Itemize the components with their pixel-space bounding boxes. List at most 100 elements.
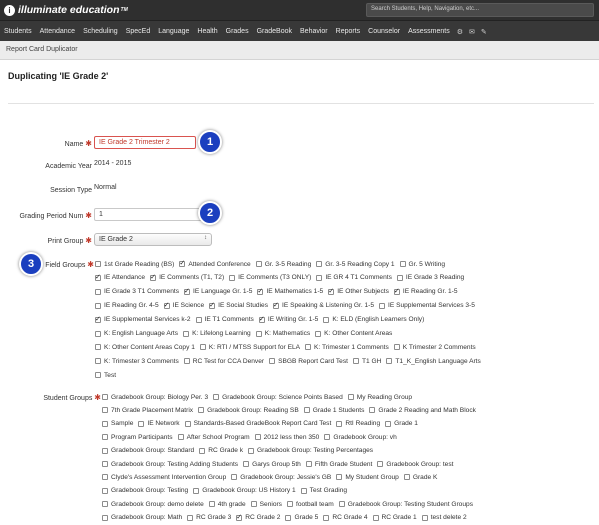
checkbox-unchecked[interactable]: [102, 434, 108, 441]
checkbox-unchecked[interactable]: [102, 514, 108, 521]
checkbox-option[interactable]: 4th grade: [208, 501, 246, 508]
checkbox-option[interactable]: Gradebook Group: Testing Student Groups: [338, 501, 473, 508]
checkbox-checked[interactable]: [163, 301, 170, 309]
checkbox-checked[interactable]: [95, 273, 101, 281]
checkbox-unchecked[interactable]: [396, 274, 403, 281]
checkbox-option[interactable]: RC Grade 3: [187, 514, 231, 521]
checkbox-unchecked[interactable]: [184, 420, 191, 427]
checkbox-option[interactable]: IE Supplemental Services 3-5: [379, 302, 475, 309]
checkbox-unchecked[interactable]: [305, 461, 312, 467]
checkbox-checked[interactable]: [273, 301, 280, 309]
checkbox-unchecked[interactable]: [377, 461, 384, 467]
checkbox-checked[interactable]: [184, 287, 191, 295]
checkbox-option[interactable]: Seniors: [250, 501, 282, 508]
checkbox-option[interactable]: IE Language Gr. 1-5: [184, 287, 252, 295]
checkbox-unchecked[interactable]: [393, 344, 400, 351]
checkbox-unchecked[interactable]: [102, 420, 108, 427]
checkbox-unchecked[interactable]: [315, 330, 322, 337]
checkbox-option[interactable]: Gradebook Group: Testing Percentages: [248, 447, 373, 454]
checkbox-option[interactable]: IE Grade 3 T1 Comments: [95, 288, 179, 295]
checkbox-unchecked[interactable]: [385, 420, 392, 427]
checkbox-option[interactable]: IE Other Subjects: [328, 287, 389, 295]
gear-icon[interactable]: ⚙: [454, 28, 466, 36]
checkbox-unchecked[interactable]: [336, 474, 343, 481]
checkbox-option[interactable]: Grade 1 Students: [303, 407, 364, 414]
grading-period-input[interactable]: 1: [94, 208, 214, 221]
checkbox-option[interactable]: Gradebook Group: Standard: [102, 447, 194, 454]
checkbox-checked[interactable]: [236, 513, 243, 521]
checkbox-option[interactable]: Gradebook Group: demo delete: [102, 501, 204, 508]
checkbox-option[interactable]: Gradebook Group: Science Points Based: [213, 394, 343, 401]
checkbox-unchecked[interactable]: [250, 501, 257, 508]
global-search-input[interactable]: Search Students, Help, Navigation, etc..…: [366, 3, 594, 17]
checkbox-unchecked[interactable]: [102, 474, 108, 481]
checkbox-unchecked[interactable]: [338, 501, 345, 508]
checkbox-option[interactable]: RC Test for CCA Denver: [183, 358, 264, 365]
checkbox-option[interactable]: IE Comments (T1, T2): [150, 273, 224, 281]
nav-item-scheduling[interactable]: Scheduling: [79, 28, 122, 35]
checkbox-unchecked[interactable]: [198, 407, 205, 414]
checkbox-option[interactable]: SBGB Report Card Test: [269, 358, 348, 365]
checkbox-option[interactable]: RC Grade 4: [323, 514, 368, 521]
checkbox-checked[interactable]: [328, 287, 335, 295]
checkbox-unchecked[interactable]: [316, 274, 323, 281]
checkbox-unchecked[interactable]: [95, 288, 101, 295]
nav-item-students[interactable]: Students: [0, 28, 36, 35]
checkbox-option[interactable]: test delete 2: [421, 514, 467, 521]
checkbox-unchecked[interactable]: [208, 501, 215, 508]
name-input[interactable]: IE Grade 2 Trimester 2: [94, 136, 196, 149]
nav-item-gradebook[interactable]: GradeBook: [253, 28, 296, 35]
checkbox-option[interactable]: IE Science: [163, 301, 204, 309]
checkbox-unchecked[interactable]: [421, 514, 428, 521]
checkbox-unchecked[interactable]: [303, 407, 310, 414]
checkbox-unchecked[interactable]: [286, 501, 293, 508]
checkbox-unchecked[interactable]: [347, 394, 354, 400]
checkbox-checked[interactable]: [150, 273, 157, 281]
checkbox-option[interactable]: Gradebook Group: Reading SB: [198, 407, 299, 414]
checkbox-option[interactable]: After School Program: [177, 434, 250, 441]
checkbox-option[interactable]: Grade K: [403, 474, 437, 481]
checkbox-option[interactable]: K: Mathematics: [255, 330, 310, 337]
checkbox-option[interactable]: Gradebook Group: Jessie's GB: [231, 474, 331, 481]
checkbox-checked[interactable]: [257, 287, 264, 295]
checkbox-unchecked[interactable]: [102, 407, 108, 414]
checkbox-option[interactable]: Standards-Based GradeBook Report Card Te…: [184, 420, 331, 427]
checkbox-option[interactable]: T1 GH: [352, 358, 381, 365]
checkbox-unchecked[interactable]: [254, 434, 261, 441]
checkbox-option[interactable]: IE Speaking & Listening Gr. 1-5: [273, 301, 374, 309]
checkbox-unchecked[interactable]: [102, 461, 108, 467]
checkbox-unchecked[interactable]: [229, 274, 236, 281]
checkbox-option[interactable]: Gradebook Group: Biology Per. 3: [102, 394, 208, 401]
checkbox-option[interactable]: football team: [286, 501, 334, 508]
checkbox-option[interactable]: K: Lifelong Learning: [183, 330, 251, 337]
checkbox-option[interactable]: Fifth Grade Student: [305, 461, 372, 468]
checkbox-option[interactable]: Gradebook Group: US History 1: [193, 487, 296, 494]
checkbox-option[interactable]: Test: [95, 372, 116, 379]
checkbox-unchecked[interactable]: [231, 474, 238, 481]
print-group-select[interactable]: IE Grade 2 ↕: [94, 233, 212, 246]
checkbox-option[interactable]: K: Trimester 1 Comments: [305, 344, 389, 351]
checkbox-unchecked[interactable]: [285, 514, 292, 521]
checkbox-checked[interactable]: [258, 315, 265, 323]
checkbox-option[interactable]: Gradebook Group: Math: [102, 514, 182, 521]
checkbox-unchecked[interactable]: [269, 358, 276, 365]
checkbox-option[interactable]: 7th Grade Placement Matrix: [102, 407, 193, 414]
checkbox-option[interactable]: Grade 5: [285, 514, 318, 521]
app-logo[interactable]: i illuminate education TM: [4, 2, 128, 18]
checkbox-option[interactable]: IE Supplemental Services k-2: [95, 315, 191, 323]
checkbox-unchecked[interactable]: [102, 501, 108, 508]
nav-item-counselor[interactable]: Counselor: [364, 28, 404, 35]
nav-item-language[interactable]: Language: [154, 28, 193, 35]
checkbox-option[interactable]: T1_K_English Language Arts: [386, 358, 481, 365]
checkbox-option[interactable]: Clyde's Assessment Intervention Group: [102, 474, 226, 481]
checkbox-unchecked[interactable]: [379, 302, 386, 309]
nav-item-reports[interactable]: Reports: [332, 28, 365, 35]
wrench-icon[interactable]: ✎: [478, 28, 490, 36]
checkbox-option[interactable]: Gradebook Group: Testing Adding Students: [102, 461, 238, 468]
checkbox-option[interactable]: IE T1 Comments: [195, 316, 254, 323]
checkbox-option[interactable]: Garys Group 5th: [243, 461, 301, 468]
checkbox-unchecked[interactable]: [95, 372, 101, 379]
checkbox-unchecked[interactable]: [399, 261, 406, 267]
checkbox-unchecked[interactable]: [195, 316, 202, 323]
checkbox-unchecked[interactable]: [336, 420, 343, 427]
